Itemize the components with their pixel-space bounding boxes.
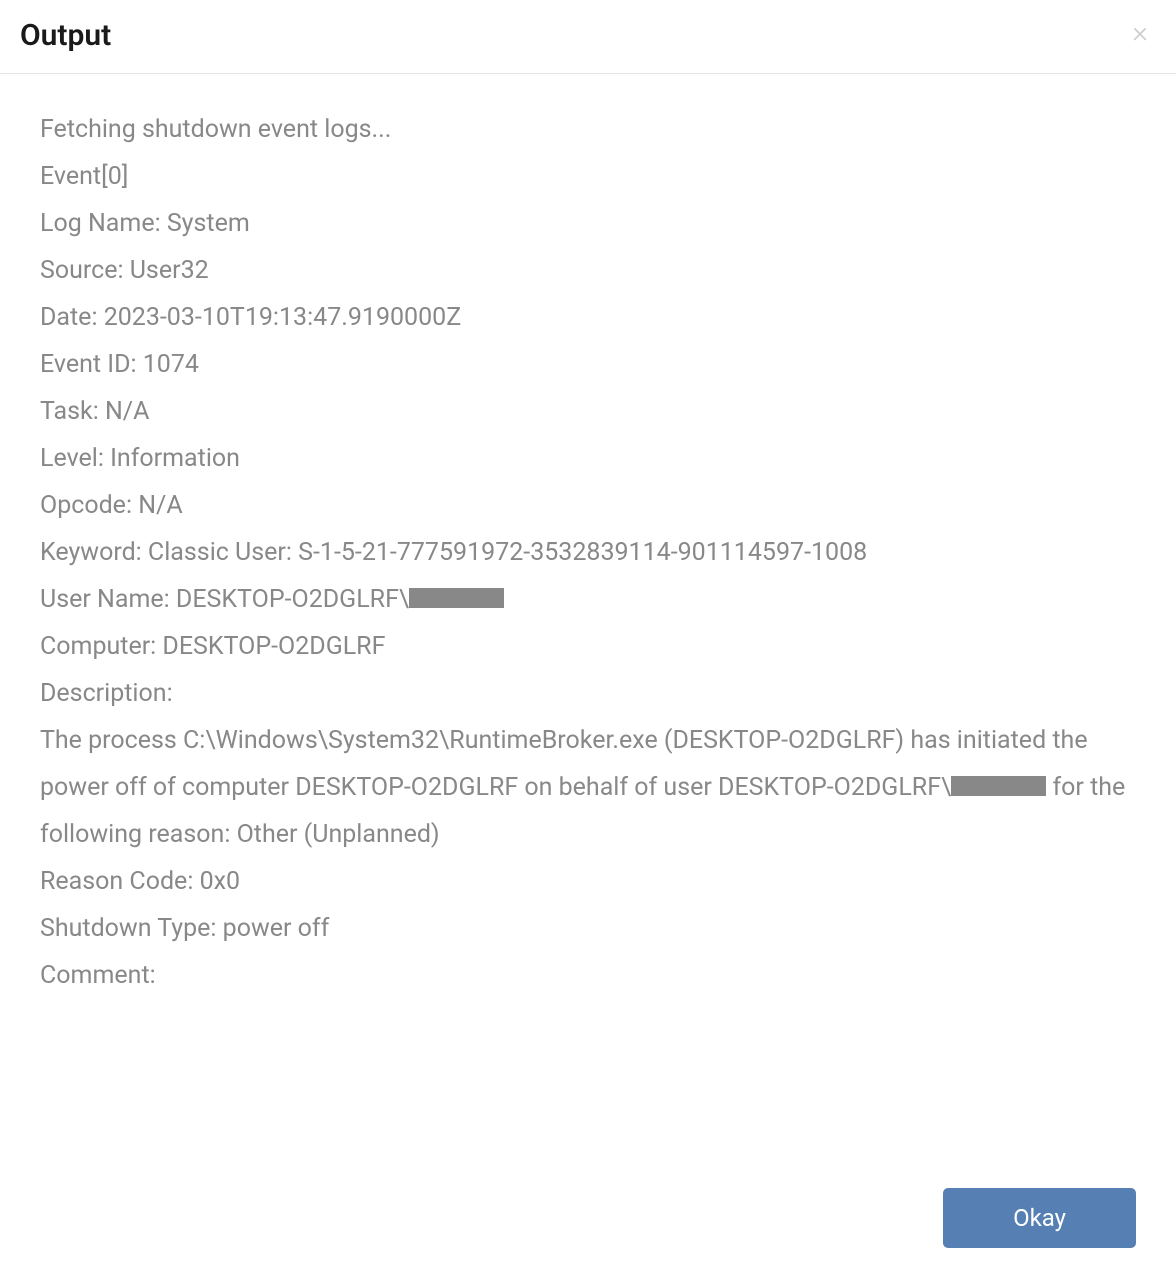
modal-header: Output × — [0, 0, 1176, 74]
log-line: Keyword: Classic User: S-1-5-21-77759197… — [40, 529, 1136, 576]
modal-body: Fetching shutdown event logs... Event[0]… — [0, 74, 1176, 1188]
log-line: Event[0] — [40, 153, 1136, 200]
output-modal: Output × Fetching shutdown event logs...… — [0, 0, 1176, 1288]
modal-footer: Okay — [0, 1188, 1176, 1288]
log-line: Level: Information — [40, 435, 1136, 482]
log-line: Computer: DESKTOP-O2DGLRF — [40, 623, 1136, 670]
log-line: Comment: — [40, 952, 1136, 999]
username-prefix: User Name: DESKTOP-O2DGLRF\ — [40, 585, 409, 614]
log-line: Description: — [40, 670, 1136, 717]
log-line-username: User Name: DESKTOP-O2DGLRF\ — [40, 576, 1136, 623]
log-line-description: The process C:\Windows\System32\RuntimeB… — [40, 717, 1136, 858]
close-icon[interactable]: × — [1124, 18, 1156, 48]
log-line: Reason Code: 0x0 — [40, 858, 1136, 905]
okay-button[interactable]: Okay — [943, 1188, 1136, 1248]
log-line: Log Name: System — [40, 200, 1136, 247]
description-text-1: The process C:\Windows\System32\RuntimeB… — [40, 726, 1088, 802]
log-line: Task: N/A — [40, 388, 1136, 435]
log-line: Event ID: 1074 — [40, 341, 1136, 388]
modal-title: Output — [20, 18, 111, 53]
redacted-username — [409, 588, 504, 608]
redacted-username — [951, 776, 1046, 796]
log-line: Source: User32 — [40, 247, 1136, 294]
log-line: Shutdown Type: power off — [40, 905, 1136, 952]
log-line: Date: 2023-03-10T19:13:47.9190000Z — [40, 294, 1136, 341]
log-line: Fetching shutdown event logs... — [40, 106, 1136, 153]
log-line: Opcode: N/A — [40, 482, 1136, 529]
